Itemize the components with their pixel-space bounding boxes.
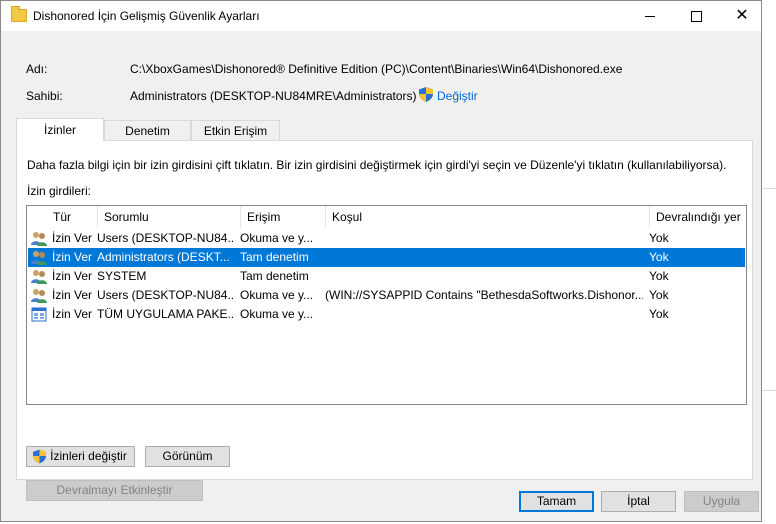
tab-auditing[interactable]: Denetim bbox=[104, 120, 191, 140]
cell-access: Tam denetim bbox=[240, 250, 309, 264]
cell-principal: TÜM UYGULAMA PAKE... bbox=[97, 307, 234, 321]
ok-button[interactable]: Tamam bbox=[519, 491, 594, 512]
cell-condition bbox=[325, 229, 643, 248]
cell-type: İzin Ver bbox=[52, 288, 93, 302]
uac-shield-icon bbox=[33, 449, 46, 464]
cell-condition bbox=[325, 305, 643, 324]
users-icon bbox=[31, 289, 47, 303]
cell-principal: Users (DESKTOP-NU84... bbox=[97, 288, 234, 302]
title-bar[interactable]: Dishonored İçin Gelişmiş Güvenlik Ayarla… bbox=[1, 1, 761, 31]
users-icon bbox=[31, 270, 47, 284]
cell-inherited-from: Yok bbox=[649, 288, 669, 302]
background-window-edge bbox=[762, 0, 776, 524]
cell-principal: SYSTEM bbox=[97, 269, 147, 283]
cell-type: İzin Ver bbox=[52, 269, 93, 283]
table-row[interactable]: İzin Ver Users (DESKTOP-NU84... Okuma ve y… bbox=[28, 229, 745, 248]
permissions-panel: Daha fazla bilgi için bir izin girdisini… bbox=[16, 140, 753, 501]
background-divider bbox=[762, 390, 776, 391]
cell-access: Tam denetim bbox=[240, 269, 309, 283]
instructions-text: Daha fazla bilgi için bir izin girdisini… bbox=[27, 158, 727, 172]
users-icon bbox=[31, 251, 47, 265]
security-settings-dialog: Dishonored İçin Gelişmiş Güvenlik Ayarla… bbox=[0, 0, 762, 522]
cell-type: İzin Ver bbox=[52, 231, 93, 245]
view-button[interactable]: Görünüm bbox=[145, 446, 230, 467]
table-row[interactable]: İzin Ver SYSTEM Tam denetim Yok bbox=[28, 267, 745, 286]
cancel-button[interactable]: İptal bbox=[601, 491, 676, 512]
folder-icon bbox=[11, 6, 27, 22]
cell-condition bbox=[325, 248, 643, 267]
users-icon bbox=[31, 232, 47, 246]
permission-entries-list[interactable]: Tür Sorumlu Erişim Koşul Devralındığı ye… bbox=[26, 205, 747, 405]
owner-value: Administrators (DESKTOP-NU84MRE\Administ… bbox=[130, 89, 417, 103]
cell-access: Okuma ve y... bbox=[240, 288, 314, 302]
table-row[interactable]: İzin Ver TÜM UYGULAMA PAKE... Okuma ve y..… bbox=[28, 305, 745, 324]
minimize-button[interactable] bbox=[627, 1, 673, 31]
change-permissions-button[interactable]: İzinleri değiştir bbox=[26, 446, 135, 467]
cell-condition bbox=[325, 267, 643, 286]
tab-effective-access[interactable]: Etkin Erişim bbox=[191, 120, 280, 140]
minimize-icon bbox=[645, 16, 655, 17]
close-button[interactable]: ✕ bbox=[719, 1, 765, 31]
tab-permissions[interactable]: İzinler bbox=[16, 118, 104, 141]
column-access[interactable]: Erişim bbox=[241, 206, 326, 228]
close-icon: ✕ bbox=[735, 7, 749, 24]
apply-button[interactable]: Uygula bbox=[684, 491, 759, 512]
app-package-icon bbox=[31, 307, 47, 322]
name-value: C:\XboxGames\Dishonored® Definitive Edit… bbox=[130, 62, 623, 76]
name-label: Adı: bbox=[26, 62, 48, 76]
cell-principal: Administrators (DESKT... bbox=[97, 250, 230, 264]
maximize-icon bbox=[691, 11, 702, 22]
cell-inherited-from: Yok bbox=[649, 269, 669, 283]
permission-entries-label: İzin girdileri: bbox=[27, 184, 92, 198]
column-condition[interactable]: Koşul bbox=[326, 206, 650, 228]
change-permissions-label: İzinleri değiştir bbox=[50, 449, 127, 463]
table-row[interactable]: İzin Ver Administrators (DESKT... Tam dene… bbox=[28, 248, 745, 267]
cell-access: Okuma ve y... bbox=[240, 231, 314, 245]
cell-principal: Users (DESKTOP-NU84... bbox=[97, 231, 234, 245]
cell-access: Okuma ve y... bbox=[240, 307, 314, 321]
maximize-button[interactable] bbox=[673, 1, 719, 31]
cell-inherited-from: Yok bbox=[649, 250, 669, 264]
table-row[interactable]: İzin Ver Users (DESKTOP-NU84... Okuma ve y… bbox=[28, 286, 745, 305]
cell-inherited-from: Yok bbox=[649, 307, 669, 321]
owner-label: Sahibi: bbox=[26, 89, 63, 103]
change-owner-link[interactable]: Değiştir bbox=[437, 89, 478, 103]
window-title: Dishonored İçin Gelişmiş Güvenlik Ayarla… bbox=[33, 9, 260, 23]
cell-inherited-from: Yok bbox=[649, 231, 669, 245]
uac-shield-icon bbox=[419, 87, 433, 102]
cell-type: İzin Ver bbox=[52, 250, 93, 264]
column-principal[interactable]: Sorumlu bbox=[98, 206, 241, 228]
enable-inheritance-button[interactable]: Devralmayı Etkinleştir bbox=[26, 480, 203, 501]
cell-condition: (WIN://SYSAPPID Contains "BethesdaSoftwo… bbox=[325, 288, 643, 302]
column-inherited-from[interactable]: Devralındığı yer bbox=[650, 206, 746, 228]
column-type[interactable]: Tür bbox=[47, 206, 98, 228]
dialog-body: Adı: C:\XboxGames\Dishonored® Definitive… bbox=[1, 31, 761, 521]
cell-type: İzin Ver bbox=[52, 307, 93, 321]
list-header: Tür Sorumlu Erişim Koşul Devralındığı ye… bbox=[27, 206, 746, 228]
background-divider bbox=[762, 188, 776, 189]
